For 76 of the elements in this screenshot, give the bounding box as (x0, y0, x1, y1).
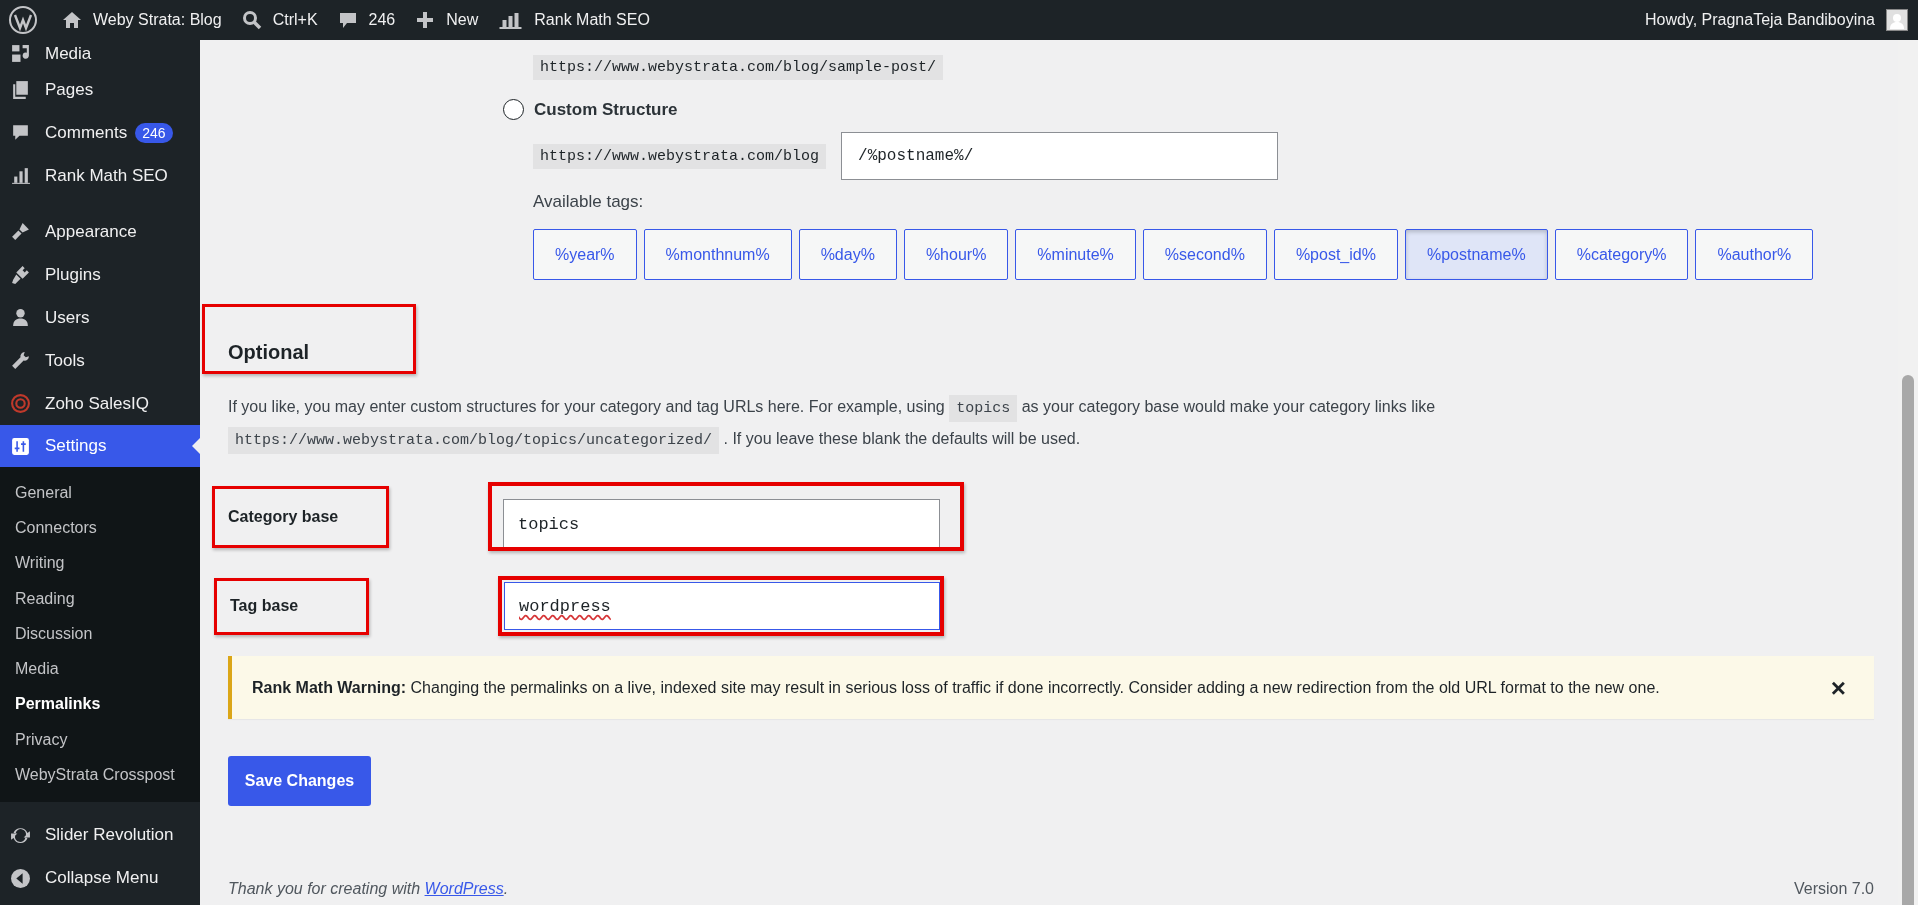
user-icon (10, 307, 31, 328)
sample-url: https://www.webystrata.com/blog/sample-post/ (533, 55, 944, 80)
submenu-item[interactable]: Privacy (0, 722, 200, 758)
footer-text: Thank you for creating with WordPress. (228, 880, 509, 898)
submenu-item[interactable]: WebyStrata Crosspost (0, 757, 200, 793)
submenu-item[interactable]: Media (0, 651, 200, 687)
collapse-icon (10, 867, 31, 889)
save-button[interactable]: Save Changes (228, 756, 371, 806)
tag-button[interactable]: %monthnum% (643, 229, 792, 280)
new-link[interactable]: New (415, 10, 479, 30)
warning-text: Rank Math Warning: Changing the permalinks on a live, indexed site may result in serious loss of traffic if done incorrectly. Consider adding a new redirection from the old URL format to the new one. (252, 678, 1661, 697)
media-icon (10, 43, 31, 64)
tag-button[interactable]: %postname% (1404, 229, 1548, 280)
tag-button[interactable]: %hour% (903, 229, 1009, 280)
menu-item[interactable]: Tools (0, 339, 200, 382)
pages-icon (10, 79, 31, 100)
tag-button[interactable]: %minute% (1015, 229, 1136, 280)
field-label: Tag base (230, 597, 299, 615)
wordpress-link[interactable]: WordPress (424, 880, 504, 897)
scrollbar-thumb[interactable] (1902, 375, 1914, 905)
tag-button[interactable]: %year% (533, 229, 637, 280)
tag-button[interactable]: %day% (798, 229, 897, 280)
menu-item[interactable]: Media (0, 40, 200, 68)
avatar-icon (1886, 9, 1908, 31)
search-icon (241, 10, 262, 30)
version-text: Version 7.0 (1793, 880, 1874, 898)
menu-item[interactable]: Rank Math SEO (0, 154, 200, 197)
option-label: Custom Structure (534, 99, 678, 120)
menu-item[interactable]: Zoho SalesIQ (0, 382, 200, 425)
comments-link[interactable]: 246 (337, 10, 396, 30)
tag-button[interactable]: %second% (1142, 229, 1267, 280)
wrench-icon (10, 350, 31, 371)
menu-item[interactable]: Slider Revolution (0, 813, 200, 857)
target-icon (10, 393, 31, 414)
close-button[interactable]: × (1822, 674, 1854, 701)
count-badge: 246 (135, 122, 173, 143)
menu-item[interactable]: Appearance (0, 210, 200, 253)
menu-item[interactable]: Comments 246 (0, 111, 200, 154)
submenu-item[interactable]: General (0, 475, 200, 511)
menu-item[interactable]: Settings (0, 425, 200, 467)
tag-button[interactable]: %author% (1695, 229, 1814, 280)
menu-item[interactable]: Pages (0, 68, 200, 111)
comment-icon (337, 10, 358, 30)
wordpress-logo-icon[interactable] (8, 5, 38, 35)
field-label: Category base (228, 507, 339, 526)
input-field[interactable]: topics (503, 499, 940, 547)
menu-item[interactable]: Users (0, 296, 200, 339)
input-field[interactable]: wordpress (504, 582, 940, 630)
tags-label: Available tags: (533, 192, 644, 212)
url-prefix: https://www.webystrata.com/blog (533, 143, 827, 169)
bar-chart-icon (498, 10, 524, 30)
plus-icon (415, 10, 436, 30)
submenu-item[interactable]: Connectors (0, 510, 200, 546)
radio-button[interactable] (503, 99, 524, 120)
tag-button[interactable]: %post_id% (1273, 229, 1398, 280)
submenu-item[interactable]: Reading (0, 580, 200, 617)
seo-link[interactable]: Rank Math SEO (498, 10, 650, 30)
structure-input[interactable]: /%postname%/ (841, 132, 1279, 180)
plug-icon (10, 264, 31, 285)
brush-icon (10, 221, 31, 242)
submenu-item[interactable]: Discussion (0, 616, 200, 652)
site-title-link[interactable]: Weby Strata: Blog (62, 10, 222, 30)
tag-button[interactable]: %category% (1554, 229, 1689, 280)
sliders-icon (10, 435, 31, 457)
submenu-item[interactable]: Permalinks (0, 686, 200, 723)
account-link[interactable]: Howdy, PragnaTeja Bandiboyina (1644, 9, 1908, 31)
menu-item[interactable]: Collapse Menu (0, 856, 200, 900)
submenu-item[interactable]: Writing (0, 545, 200, 581)
comment-icon (10, 122, 31, 143)
section-heading: Optional (228, 341, 311, 364)
menu-item[interactable]: Plugins (0, 253, 200, 296)
search-link[interactable]: Ctrl+K (241, 10, 318, 30)
home-icon (62, 10, 82, 30)
menu-pointer (192, 438, 200, 454)
description-text: If you like, you may enter custom structures for your category and tag URLs here. For example, using topics as your category base would make your category links like https://www.webystrata.com/blog/topics/uncategorized/ . If you leave these blank the defaults will be used. (228, 392, 1874, 456)
bar-chart-icon (10, 165, 31, 186)
